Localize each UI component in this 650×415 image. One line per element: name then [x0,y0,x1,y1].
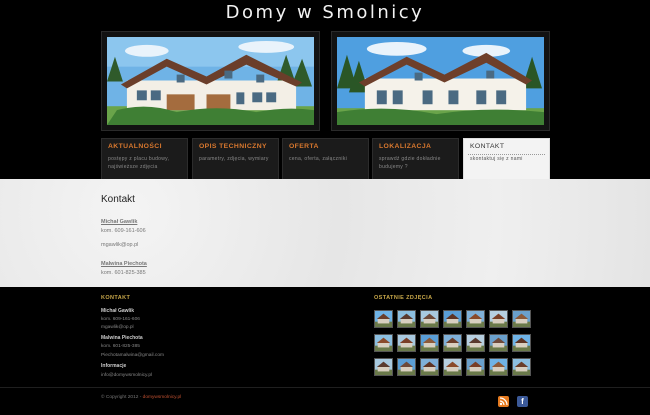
photo-thumbnail[interactable] [466,310,485,328]
nav-tab-kontakt[interactable]: KONTAKT skontaktuj się z nami [463,138,550,179]
photo-thumbnail[interactable] [420,358,439,376]
nav-tab-desc: sprawdź gdzie dokładnie budujemy ? [379,156,441,170]
site-title[interactable]: Domy w Smolnicy [0,2,650,23]
nav-tab-desc: postępy z placu budowy, najświeższe zdję… [108,156,170,170]
footer-contact-heading: KONTAKT [101,295,131,301]
footer-contact-line: kom. 601-825-385 [101,344,140,349]
facebook-icon[interactable]: f [517,396,528,407]
header-photo-right[interactable] [331,31,550,131]
footer-contact-line: mgawlik@op.pl [101,325,134,330]
footer-photos-heading: OSTATNIE ZDJĘCIA [374,295,433,301]
header: Domy w Smolnicy AKTUALNOŚCI postępy z pl… [0,0,650,180]
photo-thumbnail[interactable] [374,358,393,376]
photo-thumbnail[interactable] [466,358,485,376]
nav-tab-aktualnosci[interactable]: AKTUALNOŚCI postępy z placu budowy, najś… [101,138,188,179]
photo-thumbnail[interactable] [443,358,462,376]
nav-tab-oferta[interactable]: OFERTA cena, oferta, załączniki [282,138,369,179]
main-content: Kontakt Michał Gawlik kom. 609-161-606 m… [0,179,650,287]
photo-thumbnail[interactable] [512,334,531,352]
photo-thumbnail[interactable] [374,310,393,328]
contact-name[interactable]: Michał Gawlik [101,219,137,225]
photo-thumbnail[interactable] [489,334,508,352]
nav-tab-title: AKTUALNOŚCI [108,143,162,150]
house-image [337,37,544,125]
contact-email[interactable]: mgawlik@op.pl [101,242,138,248]
footer-contact-line: info@domywsmolnicy.pl [101,373,153,378]
footer-contact-line: kom. 609-161-606 [101,317,140,322]
photo-thumbnail[interactable] [512,310,531,328]
rss-icon[interactable] [498,396,509,407]
contact-phone: kom. 601-825-385 [101,270,146,276]
nav-tab-lokalizacja[interactable]: LOKALIZACJA sprawdź gdzie dokładnie budu… [372,138,459,179]
photo-thumbnail[interactable] [443,310,462,328]
photo-thumbnail[interactable] [489,310,508,328]
copyright-link[interactable]: domywsmolnicy.pl [143,395,182,400]
nav-tab-desc: skontaktuj się z nami [470,156,523,162]
photo-thumbnail[interactable] [374,334,393,352]
house-image [107,37,314,125]
contact-phone: kom. 609-161-606 [101,228,146,234]
page-title: Kontakt [101,194,135,205]
photo-thumbnail[interactable] [489,358,508,376]
footer: KONTAKT Michał Gawlik kom. 609-161-606 mga… [0,287,650,415]
photo-thumbnail[interactable] [443,334,462,352]
photo-thumbnail[interactable] [466,334,485,352]
copyright-text: © Copyright 2012 - [101,395,143,400]
nav-tab-desc: parametry, zdjęcia, wymiary [199,156,269,162]
copyright: © Copyright 2012 - domywsmolnicy.pl [101,395,181,400]
photo-thumbnail[interactable] [420,334,439,352]
nav-tab-desc: cena, oferta, załączniki [289,156,348,162]
footer-contact-line: Informacje [101,363,127,369]
nav-tab-title: KONTAKT [470,143,505,150]
photo-thumbnail[interactable] [397,334,416,352]
footer-contact-line: Piechotamalwina@gmail.com [101,353,164,358]
divider [468,154,545,155]
footer-contact-line: Malwina Piechota [101,335,143,341]
photo-thumbnail[interactable] [420,310,439,328]
photo-thumbnail[interactable] [397,310,416,328]
divider [0,387,650,388]
contact-name[interactable]: Malwina Piechota [101,261,147,267]
photo-thumbnail[interactable] [512,358,531,376]
nav-tab-title: OPIS TECHNICZNY [199,143,267,150]
header-photo-left[interactable] [101,31,320,131]
nav-tab-opis-techniczny[interactable]: OPIS TECHNICZNY parametry, zdjęcia, wymi… [192,138,279,179]
footer-contact-line: Michał Gawlik [101,308,135,314]
nav-tab-title: OFERTA [289,143,319,150]
photo-thumbnail[interactable] [397,358,416,376]
nav-tab-title: LOKALIZACJA [379,143,432,150]
